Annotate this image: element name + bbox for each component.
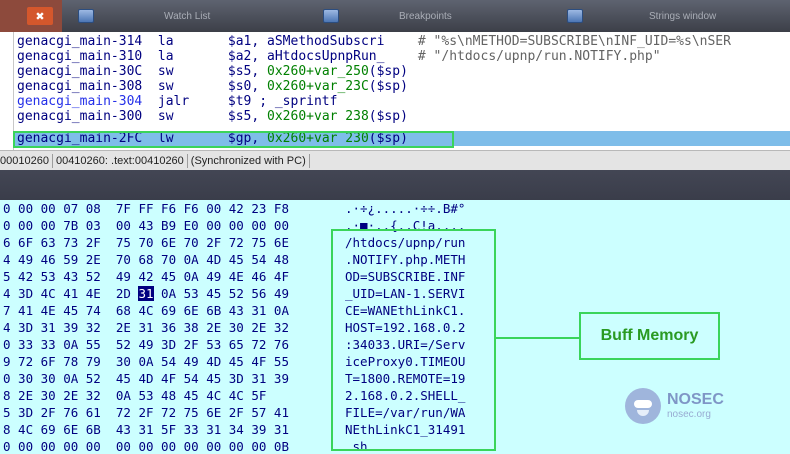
watch-list-icon	[78, 9, 94, 23]
strings-icon	[567, 9, 583, 23]
hex-ascii: .·÷¿.....·÷÷.B#°	[345, 201, 466, 216]
code-register: $s5,	[227, 109, 268, 124]
status-separator	[186, 153, 188, 168]
hex-bytes: 7 41 4E 45 74 68 4C 69 6E 6B 43 31 0A	[3, 303, 305, 318]
hex-bytes: 6 6F 63 73 2F 75 70 6E 70 2F 72 75 6E	[3, 235, 305, 250]
code-mnemonic: jalr	[157, 94, 190, 109]
status-separator	[308, 153, 310, 168]
status-separator	[51, 153, 53, 168]
code-offset: 0x260+var_23C	[267, 79, 369, 94]
tab-strings-window[interactable]: Strings window	[567, 0, 716, 32]
code-mnemonic: sw	[157, 79, 174, 94]
code-mnemonic: la	[157, 34, 174, 49]
tab-breakpoints[interactable]: Breakpoints	[323, 0, 452, 32]
watermark-text: NOSEC nosec.org	[667, 392, 724, 420]
code-mnemonic: sw	[157, 64, 174, 79]
code-offset: 0x260+var_250	[267, 64, 369, 79]
code-line[interactable]: genacgi_main-304 jalr $t9 ; _sprintf	[17, 94, 337, 109]
code-mnemonic: la	[157, 49, 174, 64]
watermark-name: NOSEC	[667, 391, 724, 408]
code-line[interactable]: genacgi_main-30C sw $s5, 0x260+var_250($s…	[17, 64, 408, 79]
status-location: 00410260: .text:00410260	[55, 154, 184, 167]
hex-bytes: 0 30 30 0A 52 45 4D 4F 54 45 3D 31 39	[3, 371, 305, 386]
current-line-highlight-box	[13, 131, 454, 148]
hex-bytes: 0 00 00 07 08 7F FF F6 F6 00 42 23 F8	[3, 201, 305, 216]
tab-label: Strings window	[649, 10, 717, 22]
hex-bytes: 0 00 00 7B 03 00 43 B9 E0 00 00 00 00	[3, 218, 305, 233]
pane-divider[interactable]	[0, 170, 790, 200]
code-comment: # "%s\nMETHOD=SUBSCRIBE\nINF_UID=%s\nSER	[417, 34, 731, 49]
code-base: ($sp)	[368, 79, 408, 94]
status-offset: 00010260	[0, 154, 49, 167]
tab-label: Breakpoints	[399, 10, 452, 22]
buffer-highlight-box	[331, 229, 496, 451]
nosec-logo-icon	[625, 388, 661, 424]
buff-memory-callout: Buff Memory	[579, 312, 720, 360]
code-comment: # "/htdocs/upnp/run.NOTIFY.php"	[417, 49, 661, 64]
hex-bytes: 0 00 00 00 00 00 00 00 00 00 00 00 0B	[3, 439, 305, 454]
code-offset: 0x260+var 238	[267, 109, 369, 124]
hex-bytes: 8 2E 30 2E 32 0A 53 48 45 4C 4C 5F	[3, 388, 282, 403]
code-base: ($sp)	[368, 109, 408, 124]
hex-bytes: 4 3D 4C 41 4E 2D 31 0A 53 45 52 56 49	[3, 285, 304, 302]
tab-bar: ✖ Watch List Breakpoints Strings window	[0, 0, 790, 32]
code-address: genacgi_main-310	[17, 49, 143, 64]
tab-watch-list[interactable]: Watch List	[78, 0, 210, 32]
tab-label: Watch List	[164, 10, 211, 22]
hex-bytes: 4 3D 31 39 32 2E 31 36 38 2E 30 2E 32	[3, 320, 305, 335]
code-address: genacgi_main-308	[17, 79, 143, 94]
status-sync: (Synchronized with PC)	[190, 154, 306, 167]
code-address: genacgi_main-30C	[17, 64, 143, 79]
hex-bytes: 8 4C 69 6E 6B 43 31 5F 33 31 34 39 31	[3, 422, 305, 437]
code-line[interactable]: genacgi_main-308 sw $s0, 0x260+var_23C($s…	[17, 79, 408, 94]
code-line[interactable]: genacgi_main-314 la $a1, aSMethodSubscri #…	[17, 34, 731, 49]
hex-bytes: 0 33 33 0A 55 52 49 3D 2F 53 65 72 76	[3, 337, 305, 352]
disassembly-gutter	[0, 32, 14, 150]
code-register: $s0,	[227, 79, 268, 94]
hex-bytes-after: 0A 53 45 52 56 49	[153, 286, 305, 301]
code-operands: $t9 ; _sprintf	[227, 94, 338, 109]
breakpoints-icon	[323, 9, 339, 23]
watermark-url: nosec.org	[667, 409, 711, 420]
hex-bytes: 5 42 53 43 52 49 42 45 0A 49 4E 46 4F	[3, 269, 305, 284]
hex-row[interactable]: 0 00 00 07 08 7F FF F6 F6 00 42 23 F8 .·…	[0, 200, 790, 217]
code-mnemonic: sw	[157, 109, 174, 124]
code-address: genacgi_main-304	[17, 94, 143, 109]
hex-bytes: 5 3D 2F 76 61 72 2F 72 75 6E 2F 57 41	[3, 405, 305, 420]
code-line[interactable]: genacgi_main-310 la $a2, aHtdocsUpnpRun_ #…	[17, 49, 661, 64]
code-line[interactable]: genacgi_main-300 sw $s5, 0x260+var 238($s…	[17, 109, 408, 124]
code-operands: $a2, aHtdocsUpnpRun_	[227, 49, 385, 64]
nosec-watermark: NOSEC nosec.org	[625, 386, 745, 426]
status-bar: 00010260 00410260: .text:00410260 (Synch…	[0, 150, 790, 171]
hex-bytes: 9 72 6F 78 79 30 0A 54 49 4D 45 4F 55	[3, 354, 305, 369]
annotation-connector-line	[496, 337, 580, 339]
code-address: genacgi_main-300	[17, 109, 143, 124]
code-address: genacgi_main-314	[17, 34, 143, 49]
code-base: ($sp)	[368, 64, 408, 79]
hex-cursor-byte[interactable]: 31	[138, 286, 154, 301]
code-operands: $a1, aSMethodSubscri	[227, 34, 385, 49]
hex-bytes: 4 49 46 59 2E 70 68 70 0A 4D 45 54 48	[3, 252, 305, 267]
close-icon[interactable]: ✖	[27, 7, 53, 25]
code-register: $s5,	[227, 64, 268, 79]
hex-bytes-before: 4 3D 4C 41 4E 2D	[3, 286, 139, 301]
